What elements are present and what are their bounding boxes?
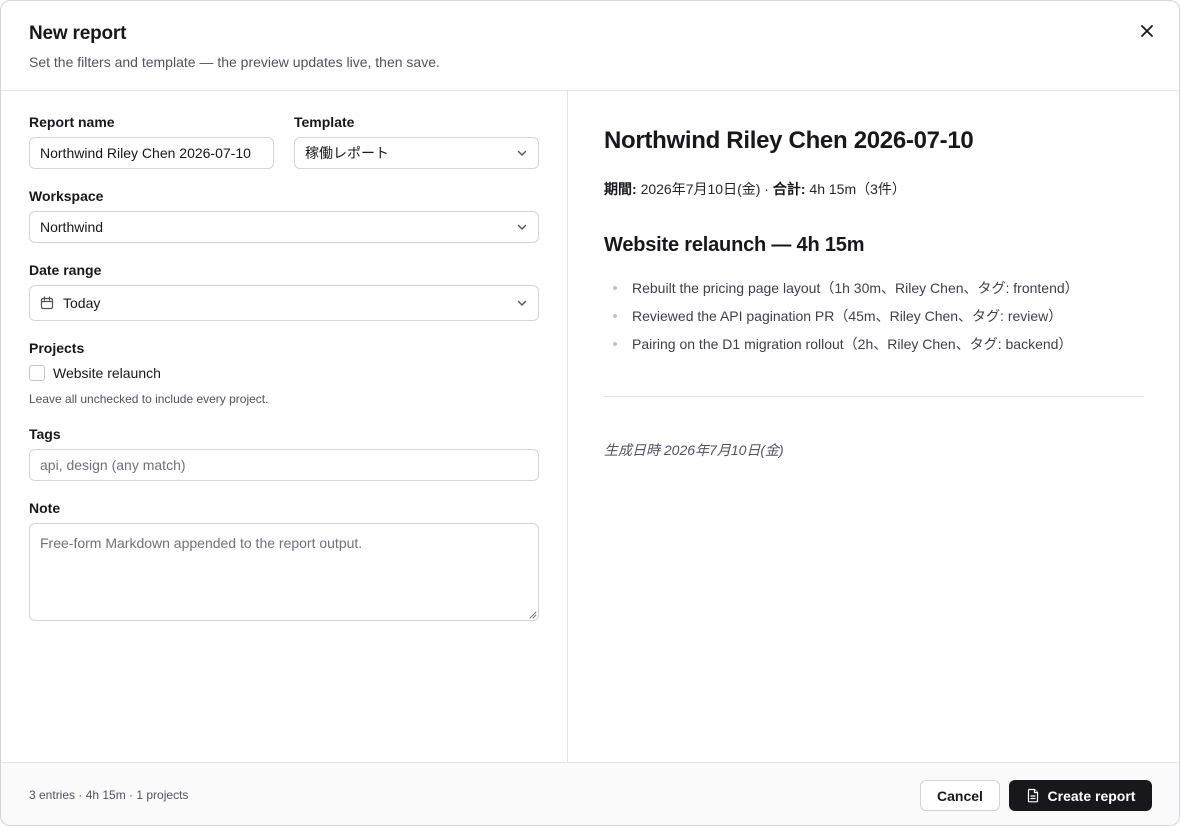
calendar-icon [40, 296, 54, 310]
report-preview: Northwind Riley Chen 2026-07-10 期間: 2026… [568, 91, 1179, 762]
report-form: Report name Northwind Riley Chen 2026-07… [1, 91, 568, 762]
cancel-label: Cancel [937, 787, 983, 804]
report-name-label: Report name [29, 114, 115, 130]
dialog-title: New report [29, 23, 127, 44]
list-item: Pairing on the D1 migration rollout（2h、R… [604, 333, 1079, 361]
preview-generated-at: 生成日時 2026年7月10日(金) [604, 442, 784, 458]
total-label: 合計: [772, 181, 806, 197]
date-range-select[interactable]: Today [29, 285, 539, 321]
note-textarea[interactable]: Free-form Markdown appended to the repor… [29, 523, 539, 621]
preview-divider [604, 396, 1144, 397]
note-placeholder: Free-form Markdown appended to the repor… [40, 535, 363, 551]
total-value: 4h 15m（3件） [809, 181, 906, 197]
date-range-label: Date range [29, 262, 102, 278]
chevron-down-icon [517, 150, 527, 156]
list-item: Rebuilt the pricing page layout（1h 30m、R… [604, 277, 1079, 305]
close-icon [1141, 25, 1153, 37]
preview-meta: 期間: 2026年7月10日(金) · 合計: 4h 15m（3件） [604, 179, 906, 199]
dialog-header: New report Set the filters and template … [1, 1, 1179, 91]
projects-label: Projects [29, 340, 85, 356]
preview-section-heading: Website relaunch — 4h 15m [604, 234, 865, 256]
workspace-label: Workspace [29, 188, 104, 204]
chevron-down-icon [517, 300, 527, 306]
period-label: 期間: [604, 181, 637, 197]
period-value: 2026年7月10日(金) [640, 181, 761, 197]
project-label-website-relaunch[interactable]: Website relaunch [53, 365, 161, 381]
tags-input[interactable]: api, design (any match) [29, 449, 539, 481]
cancel-button[interactable]: Cancel [920, 780, 1000, 811]
resize-grip-icon[interactable] [528, 610, 537, 619]
create-report-button[interactable]: Create report [1009, 780, 1152, 811]
dialog-subtitle: Set the filters and template — the previ… [29, 54, 440, 70]
template-value: 稼働レポート [305, 145, 389, 161]
meta-separator: · [764, 181, 769, 197]
template-select[interactable]: 稼働レポート [294, 137, 539, 169]
preview-entry-list: Rebuilt the pricing page layout（1h 30m、R… [604, 277, 1079, 361]
list-item: Reviewed the API pagination PR（45m、Riley… [604, 305, 1079, 333]
report-name-value: Northwind Riley Chen 2026-07-10 [40, 145, 251, 161]
report-name-input[interactable]: Northwind Riley Chen 2026-07-10 [29, 137, 274, 169]
date-range-value: Today [63, 295, 101, 311]
template-label: Template [294, 114, 355, 130]
workspace-select[interactable]: Northwind [29, 211, 539, 243]
project-checkbox-website-relaunch[interactable] [29, 365, 45, 381]
tags-placeholder: api, design (any match) [40, 457, 186, 473]
workspace-value: Northwind [40, 219, 104, 235]
close-button[interactable] [1137, 21, 1157, 41]
create-report-label: Create report [1047, 787, 1136, 804]
new-report-dialog: New report Set the filters and template … [0, 0, 1180, 826]
chevron-down-icon [517, 224, 527, 230]
report-summary: 3 entries · 4h 15m · 1 projects [29, 788, 189, 802]
projects-hint: Leave all unchecked to include every pro… [29, 392, 269, 406]
dialog-footer: 3 entries · 4h 15m · 1 projects Cancel C… [1, 762, 1179, 825]
tags-label: Tags [29, 426, 61, 442]
document-icon [1027, 788, 1038, 803]
note-label: Note [29, 500, 61, 516]
preview-title: Northwind Riley Chen 2026-07-10 [604, 127, 974, 154]
